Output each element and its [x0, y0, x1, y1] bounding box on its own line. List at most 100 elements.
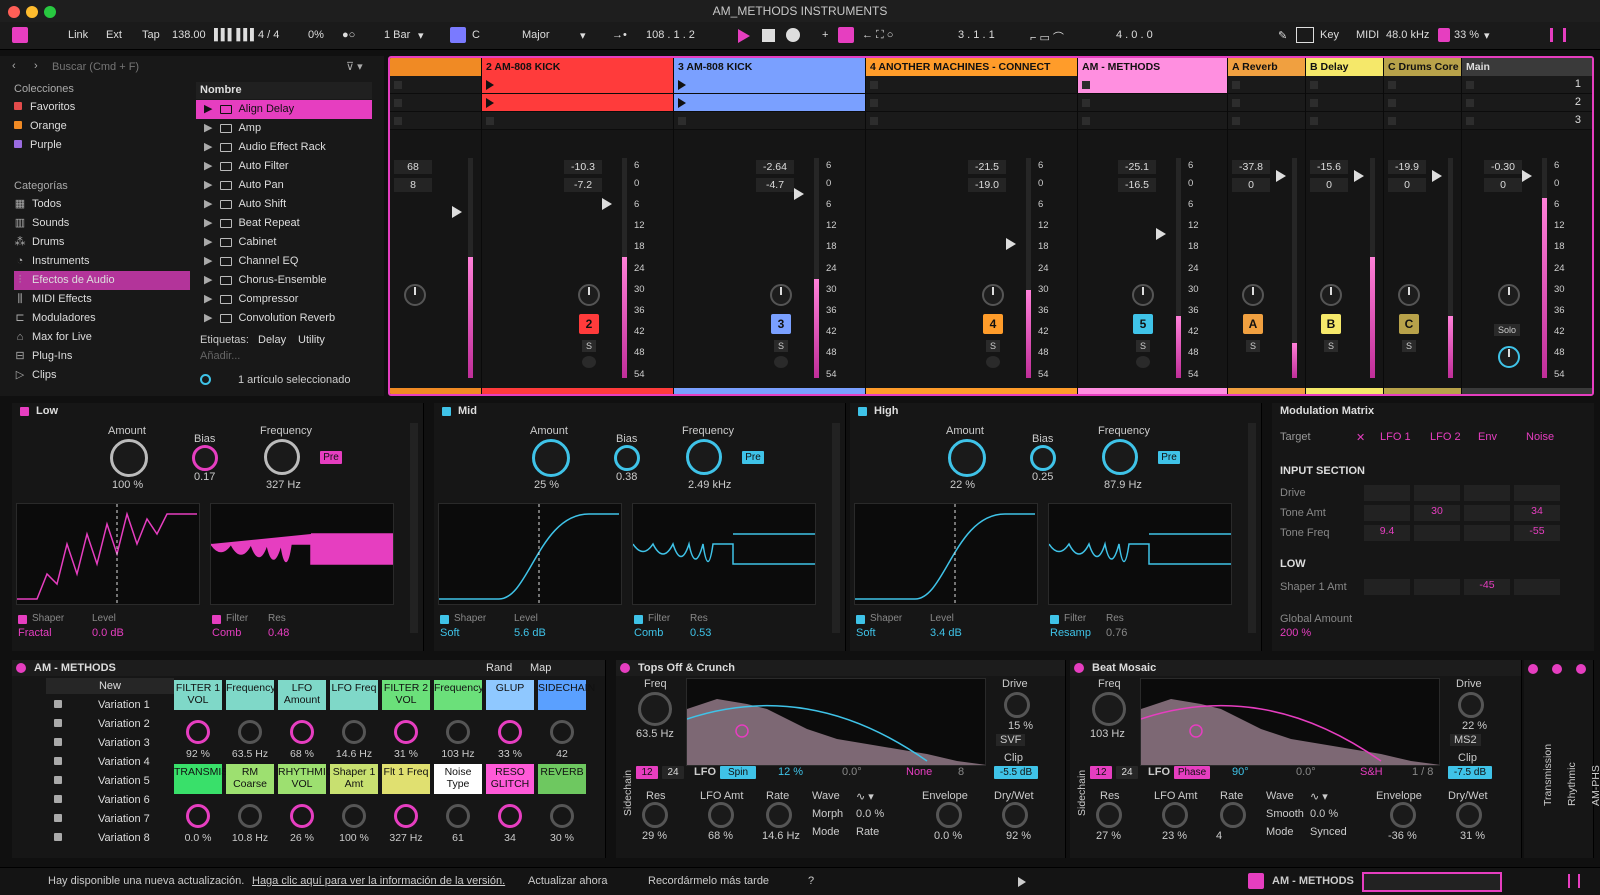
mod-amount-cell[interactable] — [1464, 505, 1510, 521]
clip-slot[interactable] — [390, 112, 481, 130]
quantize-select[interactable]: 1 Bar — [384, 29, 410, 41]
power-icon[interactable] — [1074, 663, 1084, 673]
macro-knob[interactable] — [290, 720, 314, 744]
clip-slot[interactable] — [1078, 76, 1227, 94]
track-header[interactable]: Main — [1462, 58, 1592, 76]
lock-icon[interactable] — [54, 776, 62, 784]
macro-knob[interactable] — [550, 720, 574, 744]
macro-label[interactable]: LFO Freq — [330, 680, 378, 710]
power-icon[interactable] — [620, 663, 630, 673]
expand-arrow-icon[interactable]: ▶ — [204, 312, 212, 324]
mod-amount-cell[interactable] — [1364, 579, 1410, 595]
punch-icons[interactable]: ⌐ ▭ ⌒ — [1030, 29, 1064, 45]
nav-back-icon[interactable]: ‹ — [12, 60, 16, 72]
clip-value[interactable]: -5.5 dB — [994, 766, 1038, 779]
expand-arrow-icon[interactable]: ▶ — [204, 274, 212, 286]
lfo-shape-select[interactable]: S&H — [1360, 766, 1383, 778]
clip-play-icon[interactable] — [486, 98, 494, 108]
shaper-type-select[interactable]: Fractal — [18, 627, 52, 639]
macro-label[interactable]: FILTER 1 VOL — [174, 680, 222, 710]
mod-amount-cell[interactable]: 30 — [1414, 505, 1460, 521]
browser-list-item[interactable]: ▶ Auto Pan — [196, 176, 372, 195]
clip-slot[interactable] — [1306, 112, 1383, 130]
variation-item[interactable]: Variation 1 — [46, 696, 174, 715]
tap-tempo-button[interactable]: Tap — [142, 29, 160, 41]
solo-button[interactable]: S — [774, 340, 788, 352]
filter-type-select[interactable]: Resamp — [1050, 627, 1091, 639]
lock-icon[interactable] — [54, 719, 62, 727]
clip-slot[interactable] — [1384, 76, 1461, 94]
variation-item[interactable]: Variation 3 — [46, 734, 174, 753]
clip-value[interactable]: -7.5 dB — [1448, 766, 1492, 779]
scene-number[interactable]: 1 — [1575, 78, 1581, 90]
pan-knob[interactable] — [982, 284, 1004, 306]
category-efectos-de-audio[interactable]: ⫶ Efectos de Audio — [14, 271, 190, 290]
clip-slot[interactable] — [390, 76, 481, 94]
song-position-field[interactable]: 108 . 1 . 2 — [646, 29, 695, 41]
volume-value[interactable]: 0 — [1232, 178, 1270, 192]
volume-fader-handle-icon[interactable] — [452, 206, 462, 218]
clip-slot[interactable] — [674, 94, 865, 112]
pan-knob[interactable] — [1132, 284, 1154, 306]
steps-value[interactable]: 1 / 8 — [1412, 766, 1433, 778]
macro-label[interactable]: RM Coarse — [226, 764, 274, 794]
macro-knob[interactable] — [394, 720, 418, 744]
category-todos[interactable]: ▦ Todos — [14, 195, 190, 214]
metronome-icon[interactable]: ●○ — [342, 29, 355, 41]
clip-stop-icon[interactable] — [1466, 99, 1474, 107]
chain-transmission[interactable]: Transmission — [1542, 726, 1554, 806]
freq-knob[interactable] — [1092, 692, 1126, 726]
category-plug-ins[interactable]: ⊟ Plug-Ins — [14, 347, 190, 366]
macro-label[interactable]: REVERB — [538, 764, 586, 794]
res-value[interactable]: 0.48 — [268, 627, 289, 639]
track-header[interactable]: C Drums Core — [1384, 58, 1461, 76]
clip-slot[interactable] — [1384, 94, 1461, 112]
frequency-knob[interactable] — [264, 439, 300, 475]
pan-knob[interactable] — [578, 284, 600, 306]
track-header[interactable] — [390, 58, 481, 76]
expand-arrow-icon[interactable]: ▶ — [204, 160, 212, 172]
expand-arrow-icon[interactable]: ▶ — [204, 198, 212, 210]
volume-fader-handle-icon[interactable] — [1276, 170, 1286, 182]
category-instruments[interactable]: ◔ Instruments — [14, 252, 190, 271]
clip-slot[interactable] — [674, 76, 865, 94]
add-tag-label[interactable]: Añadir... — [200, 350, 240, 362]
browser-list-item[interactable]: ▶ Cabinet — [196, 233, 372, 252]
clip-stop-icon[interactable] — [394, 99, 402, 107]
level-value[interactable]: 3.4 dB — [930, 627, 962, 639]
scale-mode-icon[interactable] — [450, 27, 466, 43]
wave-select[interactable]: ∿ ▾ — [856, 790, 874, 803]
keyboard-icon[interactable] — [1296, 27, 1314, 43]
macro-label[interactable]: Shaper 1 Amt — [330, 764, 378, 794]
collection-item[interactable]: Favoritos — [14, 98, 190, 117]
macro-label[interactable]: Flt 1 Freq — [382, 764, 430, 794]
mod-source-noise[interactable]: Noise — [1526, 431, 1554, 443]
collection-item[interactable]: Purple — [14, 136, 190, 155]
track-header[interactable]: 2 AM-808 KICK — [482, 58, 673, 76]
shaper-type-select[interactable]: Soft — [440, 627, 460, 639]
macro-label[interactable]: RESO GLITCH — [486, 764, 534, 794]
mod-amount-cell[interactable] — [1364, 485, 1410, 501]
mode-select[interactable]: Rate — [856, 826, 879, 838]
scene-number[interactable]: 3 — [1575, 114, 1581, 126]
lfo-mode-button[interactable]: Spin — [720, 766, 756, 779]
variation-item[interactable]: Variation 7 — [46, 810, 174, 829]
nav-forward-icon[interactable]: › — [34, 60, 38, 72]
cue-volume-knob[interactable] — [1498, 346, 1520, 368]
variation-item[interactable]: Variation 8 — [46, 829, 174, 848]
clip-stop-icon[interactable] — [394, 81, 402, 89]
shaper-enable-icon[interactable] — [18, 615, 27, 624]
release-notes-link[interactable]: Haga clic aquí para ver la información d… — [252, 875, 505, 887]
mod-amount-cell[interactable] — [1514, 579, 1560, 595]
macro-knob[interactable] — [550, 804, 574, 828]
volume-value[interactable]: 0 — [1388, 178, 1426, 192]
filter-type-select[interactable]: MS2 — [1450, 734, 1481, 746]
expand-arrow-icon[interactable]: ▶ — [204, 293, 212, 305]
key-select[interactable]: C — [472, 29, 480, 41]
category-drums[interactable]: ⁂ Drums — [14, 233, 190, 252]
track-header[interactable]: AM - METHODS — [1078, 58, 1227, 76]
macro-knob[interactable] — [446, 720, 470, 744]
filter-enable-icon[interactable] — [634, 615, 643, 624]
mod-amount-cell[interactable] — [1414, 579, 1460, 595]
browser-list-item[interactable]: ▶ Convolution Reverb — [196, 309, 372, 328]
